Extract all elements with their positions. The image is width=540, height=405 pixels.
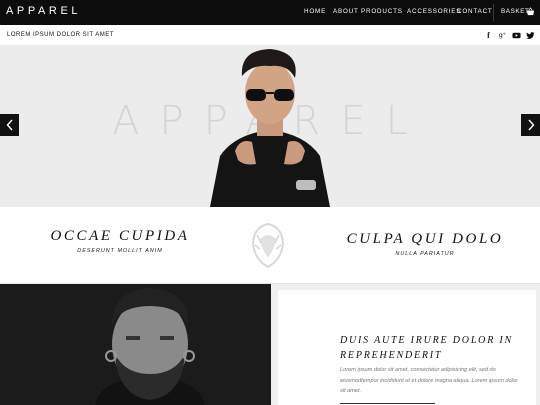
lion-emblem-icon (251, 222, 285, 269)
nav-item-about[interactable]: ABOUT (333, 8, 359, 15)
site-logo[interactable]: APPAREL (6, 5, 81, 17)
bearded-model-image (0, 284, 271, 405)
nav-divider (493, 4, 494, 21)
nav-item-contact[interactable]: CONTACT (457, 8, 493, 15)
facebook-icon[interactable]: f (484, 31, 493, 40)
banner-left-subtitle: DESERUNT MOLLIT ANIM (77, 248, 163, 254)
nav-item-accessories[interactable]: ACCESSORIES (407, 8, 461, 15)
hero-slider: APPAREL (0, 46, 540, 207)
chevron-right-icon (527, 119, 534, 131)
banner-left-title: OCCAE CUPIDA (50, 228, 190, 244)
twitter-icon[interactable] (526, 31, 535, 40)
youtube-icon[interactable] (512, 31, 521, 40)
hero-next-button[interactable] (521, 114, 540, 136)
hero-model-image (210, 49, 330, 207)
top-navbar: APPAREL HOME ABOUT PRODUCTS ACCESSORIES … (0, 0, 540, 25)
nav-item-products[interactable]: PRODUCTS (361, 8, 403, 15)
feature-card: DUIS AUTE IRURE DOLOR IN REPREHENDERIT L… (278, 290, 536, 405)
nav-item-home[interactable]: HOME (304, 8, 326, 15)
banner-right-title: CULPA QUI DOLO (346, 231, 504, 247)
banner-right-subtitle: NULLA PARIATUR (395, 251, 455, 257)
feature-banner: OCCAE CUPIDA DESERUNT MOLLIT ANIM CULPA … (0, 207, 540, 284)
sub-header: LOREM IPSUM DOLOR SIT AMET f g⁺ (0, 25, 540, 46)
basket-icon[interactable] (526, 7, 535, 16)
google-plus-icon[interactable]: g⁺ (498, 31, 507, 40)
feature-divider (340, 403, 435, 404)
tagline: LOREM IPSUM DOLOR SIT AMET (7, 32, 114, 38)
feature-text: Lorem ipsum dolor sit amet, consectetur … (340, 367, 518, 394)
feature-title: DUIS AUTE IRURE DOLOR IN REPREHENDERIT (340, 335, 514, 361)
chevron-left-icon (6, 119, 13, 131)
hero-prev-button[interactable] (0, 114, 19, 136)
